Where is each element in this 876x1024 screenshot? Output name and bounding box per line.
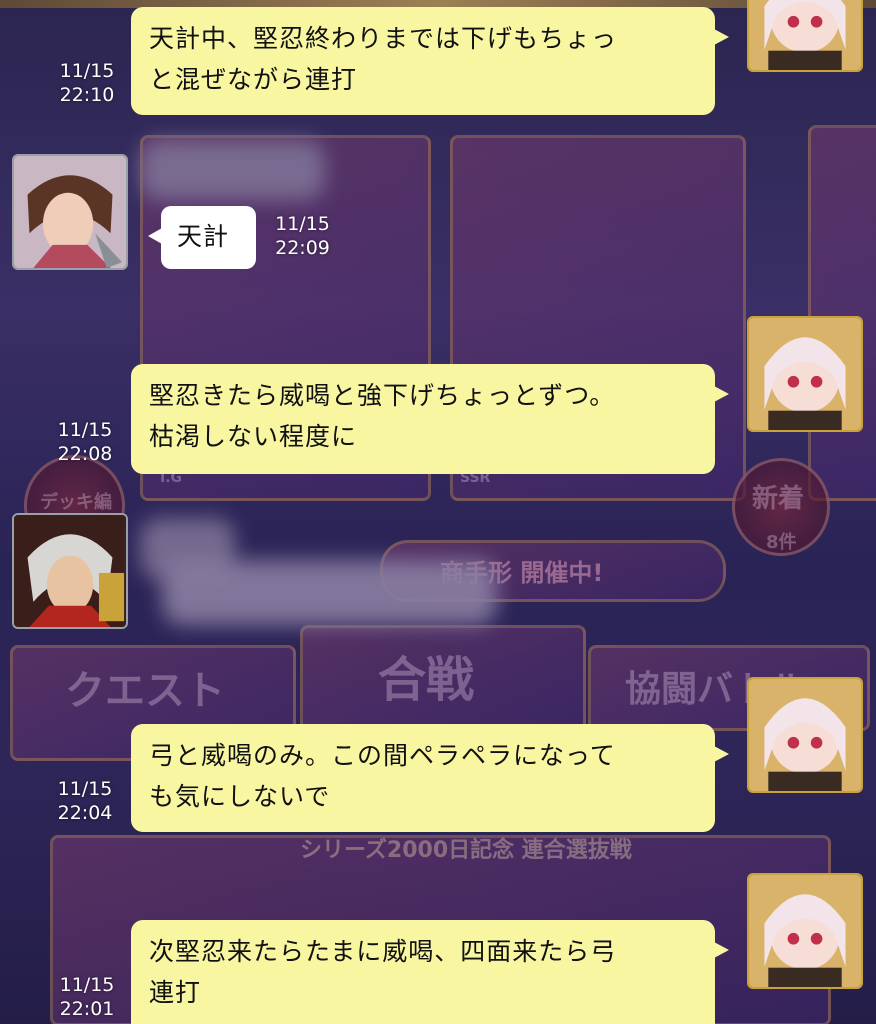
game-background: SSR I.G デッキ編 新着 8件 商手形 開催中! クエスト 合戦 協闘バト…	[0, 0, 876, 1024]
promo-banner-text: シリーズ2000日記念 連合選抜戦	[300, 838, 632, 863]
message-time: 22:04	[57, 802, 113, 824]
message-bubble-self[interactable]: 堅忍きたら威喝と強下げちょっとずつ。 枯渇しない程度に	[131, 364, 729, 474]
quest-menu-label: クエスト	[65, 668, 225, 714]
pink-hair-girl-avatar[interactable]	[747, 677, 863, 793]
message-bubble-self[interactable]: 次堅忍来たらたまに威喝、四面来たら弓 連打	[131, 920, 729, 1024]
message-date: 11/15	[59, 60, 115, 82]
message-time: 22:09	[275, 237, 330, 259]
message-timestamp: 11/15 22:04	[46, 777, 124, 825]
message-bubble-self[interactable]: 天計中、堅忍終わりまでは下げもちょっ と混ぜながら連打	[131, 7, 729, 115]
message-bubble-other[interactable]: 天計	[148, 206, 256, 269]
redacted-message-bubble	[162, 560, 497, 625]
pink-hair-girl-avatar[interactable]	[747, 0, 863, 72]
new-badge-title: 新着	[752, 484, 805, 514]
redacted-sender-name	[140, 140, 325, 200]
message-date: 11/15	[57, 419, 113, 441]
card-panel-right	[808, 125, 876, 501]
pink-hair-girl-avatar[interactable]	[747, 873, 863, 989]
pink-hair-girl-avatar[interactable]	[747, 316, 863, 432]
message-time: 22:08	[57, 443, 113, 465]
message-timestamp: 11/15 22:08	[46, 418, 124, 466]
message-time: 22:10	[59, 84, 115, 106]
message-timestamp: 11/15 22:10	[48, 59, 126, 107]
new-badge-count: 8件	[766, 532, 797, 553]
message-timestamp: 11/15 22:09	[265, 212, 340, 260]
message-timestamp: 11/15 22:01	[48, 973, 126, 1021]
battle-menu-label: 合戦	[378, 652, 475, 708]
brown-hair-warrior-avatar[interactable]	[12, 154, 128, 270]
message-time: 22:01	[59, 998, 115, 1020]
white-hair-warrior-avatar[interactable]	[12, 513, 128, 629]
message-bubble-self[interactable]: 弓と威喝のみ。この間ペラペラになって も気にしないで	[131, 724, 729, 832]
deck-label: デッキ編	[40, 492, 112, 513]
message-date: 11/15	[57, 778, 113, 800]
message-date: 11/15	[275, 213, 330, 235]
message-date: 11/15	[59, 974, 115, 996]
